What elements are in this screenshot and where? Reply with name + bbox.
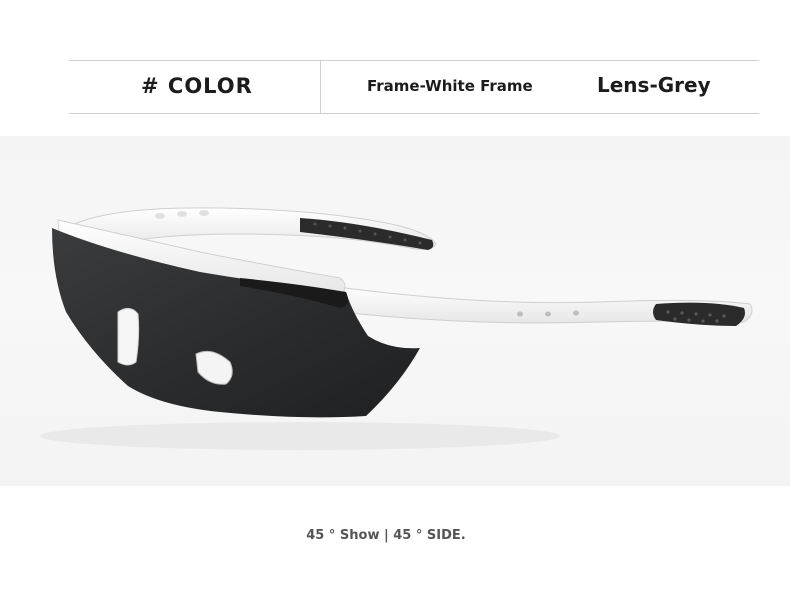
sunglasses-image [40, 207, 753, 450]
frame-color-label: Frame-White Frame [367, 77, 533, 95]
header-divider [320, 61, 321, 113]
lens-color-label: Lens-Grey [597, 73, 711, 97]
color-title: # COLOR [141, 74, 253, 98]
view-caption: 45 ° Show | 45 ° SIDE. [306, 528, 466, 543]
color-header: # COLOR Frame-White Frame Lens-Grey [69, 60, 759, 114]
product-photo [0, 136, 790, 486]
